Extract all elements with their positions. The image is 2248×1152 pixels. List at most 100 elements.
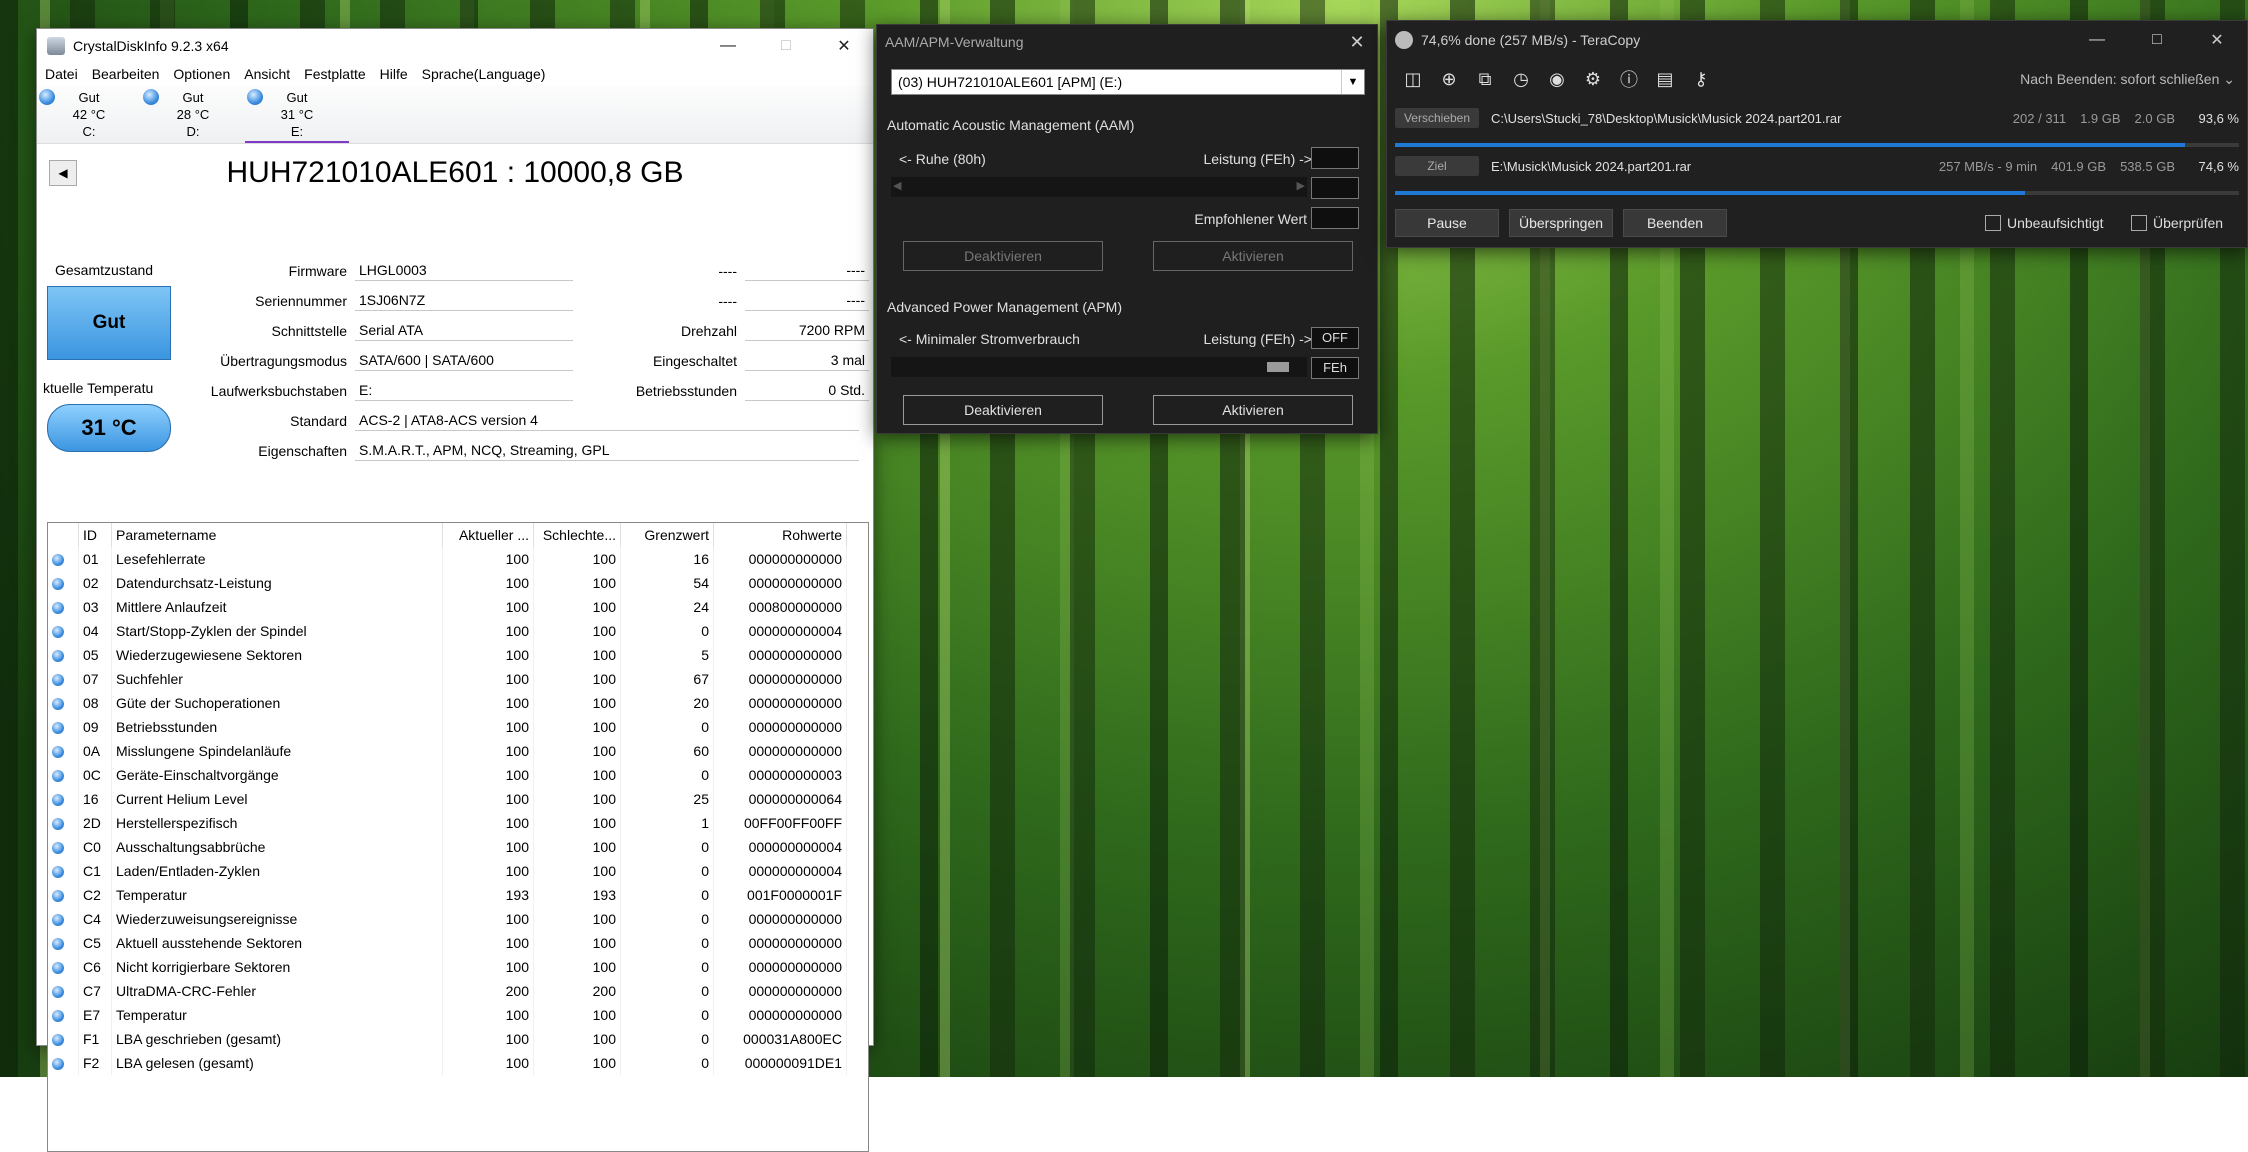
table-row[interactable]: 07 Suchfehler 100 100 67 000000000000: [48, 667, 847, 691]
gear-icon[interactable]: ⚙: [1575, 69, 1611, 90]
key-icon[interactable]: ⚷: [1683, 69, 1719, 90]
copy-icon[interactable]: ⧉: [1467, 69, 1503, 90]
col-name[interactable]: Parametername: [111, 523, 443, 547]
table-row[interactable]: E7 Temperatur 100 100 0 000000000000: [48, 1003, 847, 1027]
aam-titlebar[interactable]: AAM/APM-Verwaltung ✕: [877, 25, 1377, 59]
tc-titlebar[interactable]: 74,6% done (257 MB/s) - TeraCopy — □ ✕: [1387, 21, 2247, 59]
aam-window-title: AAM/APM-Verwaltung: [885, 34, 1024, 50]
table-row[interactable]: 01 Lesefehlerrate 100 100 16 000000000000: [48, 547, 847, 571]
health-status-button[interactable]: Gut: [47, 286, 171, 360]
menu-festplatte[interactable]: Festplatte: [304, 63, 365, 85]
aam-disable-button[interactable]: Deaktivieren: [903, 241, 1103, 271]
info-icon[interactable]: ⓘ: [1611, 66, 1647, 92]
table-row[interactable]: 0A Misslungene Spindelanläufe 100 100 60 0000…: [48, 739, 847, 763]
sidebar-toggle-icon[interactable]: ◫: [1395, 69, 1431, 90]
table-row[interactable]: 02 Datendurchsatz-Leistung 100 100 54 0000000…: [48, 571, 847, 595]
table-row[interactable]: C5 Aktuell ausstehende Sektoren 100 100 0 000…: [48, 931, 847, 955]
drive-icon[interactable]: ▤: [1647, 69, 1683, 90]
table-row[interactable]: 08 Güte der Suchoperationen 100 100 20 000000…: [48, 691, 847, 715]
close-icon[interactable]: ✕: [2187, 30, 2247, 50]
menu-hilfe[interactable]: Hilfe: [380, 63, 408, 85]
aam-enable-button[interactable]: Aktivieren: [1153, 241, 1353, 271]
current-cell: 100: [442, 835, 534, 859]
close-icon[interactable]: ✕: [1337, 32, 1377, 53]
cdi-titlebar[interactable]: CrystalDiskInfo 9.2.3 x64 — □ ✕: [37, 29, 873, 63]
apm-slider-thumb[interactable]: [1267, 362, 1289, 372]
unattended-checkbox[interactable]: Unbeaufsichtigt: [1985, 215, 2104, 231]
minimize-icon[interactable]: —: [699, 29, 757, 63]
table-row[interactable]: 04 Start/Stopp-Zyklen der Spindel 100 100 0 0…: [48, 619, 847, 643]
menu-datei[interactable]: Datei: [45, 63, 78, 85]
firmware-label: Firmware: [288, 263, 347, 279]
col-current[interactable]: Aktueller ...: [442, 523, 534, 547]
table-row[interactable]: C4 Wiederzuweisungsereignisse 100 100 0 00000…: [48, 907, 847, 931]
table-row[interactable]: F2 LBA gelesen (gesamt) 100 100 0 000000091DE…: [48, 1051, 847, 1075]
table-row[interactable]: 0C Geräte-Einschaltvorgänge 100 100 0 0000000…: [48, 763, 847, 787]
health-dot-icon: [52, 818, 64, 831]
table-row[interactable]: 2D Herstellerspezifisch 100 100 1 00FF00FF00F…: [48, 811, 847, 835]
col-worst[interactable]: Schlechte...: [533, 523, 621, 547]
threshold-cell: 54: [620, 571, 714, 595]
table-row[interactable]: C1 Laden/Entladen-Zyklen 100 100 0 0000000000…: [48, 859, 847, 883]
col-threshold[interactable]: Grenzwert: [620, 523, 714, 547]
standard-value: ACS-2 | ATA8-ACS version 4: [355, 410, 859, 431]
status-cell: [48, 715, 79, 739]
profile-icon[interactable]: ◉: [1539, 69, 1575, 90]
table-row[interactable]: C2 Temperatur 193 193 0 001F0000001F: [48, 883, 847, 907]
apm-slider[interactable]: [891, 357, 1307, 377]
maximize-icon[interactable]: □: [757, 29, 815, 63]
maximize-icon[interactable]: □: [2127, 31, 2187, 49]
temperature-button[interactable]: 31 °C: [47, 404, 171, 452]
status-cell: [48, 811, 79, 835]
health-dot-icon: [52, 578, 64, 591]
id-cell: 07: [78, 667, 112, 691]
table-row[interactable]: C0 Ausschaltungsabbrüche 100 100 0 0000000000…: [48, 835, 847, 859]
col-id[interactable]: ID: [78, 523, 112, 547]
table-row[interactable]: 05 Wiederzugewiesene Sektoren 100 100 5 00000…: [48, 643, 847, 667]
temperature-label: ktuelle Temperatu: [43, 380, 154, 396]
raw-cell: 000000000004: [713, 859, 847, 883]
interface-label: Schnittstelle: [271, 323, 347, 339]
table-row[interactable]: C6 Nicht korrigierbare Sektoren 100 100 0 000…: [48, 955, 847, 979]
table-row[interactable]: 03 Mittlere Anlaufzeit 100 100 24 00080000000…: [48, 595, 847, 619]
drive-tab-c[interactable]: Gut 42 °C C:: [37, 85, 141, 143]
stop-button[interactable]: Beenden: [1623, 209, 1727, 237]
drive-tab-e[interactable]: Gut 31 °C E:: [245, 85, 349, 143]
smart-table-panel[interactable]: ID Parametername Aktueller ... Schlechte…: [47, 522, 869, 1152]
info-interface: Schnittstelle Serial ATA: [177, 320, 617, 342]
drive-tab-d[interactable]: Gut 28 °C D:: [141, 85, 245, 143]
disk-select[interactable]: (03) HUH721010ALE601 [APM] (E:) ▼: [891, 69, 1365, 95]
table-row[interactable]: C7 UltraDMA-CRC-Fehler 200 200 0 000000000000: [48, 979, 847, 1003]
threshold-cell: 0: [620, 619, 714, 643]
drive-temp: 42 °C: [72, 107, 106, 122]
table-row[interactable]: F1 LBA geschrieben (gesamt) 100 100 0 000031A…: [48, 1027, 847, 1051]
menu-bearbeiten[interactable]: Bearbeiten: [92, 63, 160, 85]
current-cell: 100: [442, 1051, 534, 1075]
table-row[interactable]: 16 Current Helium Level 100 100 25 0000000000…: [48, 787, 847, 811]
interface-value: Serial ATA: [355, 320, 573, 341]
info-standard: Standard ACS-2 | ATA8-ACS version 4: [177, 410, 867, 432]
verify-checkbox[interactable]: Überprüfen: [2131, 215, 2223, 231]
history-icon[interactable]: ◷: [1503, 69, 1539, 90]
apm-value-box-2: FEh: [1311, 357, 1359, 379]
apm-disable-button[interactable]: Deaktivieren: [903, 395, 1103, 425]
source-tag: Verschieben: [1395, 108, 1479, 128]
health-dot-icon: [52, 914, 64, 927]
apm-enable-button[interactable]: Aktivieren: [1153, 395, 1353, 425]
menu-optionen[interactable]: Optionen: [173, 63, 230, 85]
source-done: 1.9 GB: [2080, 110, 2121, 126]
after-finish-dropdown[interactable]: Nach Beenden: sofort schließen ⌄: [2020, 71, 2235, 88]
threshold-cell: 0: [620, 763, 714, 787]
minimize-icon[interactable]: —: [2067, 31, 2127, 49]
add-files-icon[interactable]: ⊕: [1431, 69, 1467, 90]
close-icon[interactable]: ✕: [815, 29, 873, 63]
app-icon: [47, 37, 65, 55]
menu-ansicht[interactable]: Ansicht: [244, 63, 290, 85]
info-features: Eigenschaften S.M.A.R.T., APM, NCQ, Stre…: [177, 440, 867, 462]
pause-button[interactable]: Pause: [1395, 209, 1499, 237]
menu-sprache[interactable]: Sprache(Language): [422, 63, 546, 85]
col-raw[interactable]: Rohwerte: [713, 523, 847, 547]
table-row[interactable]: 09 Betriebsstunden 100 100 0 000000000000: [48, 715, 847, 739]
skip-button[interactable]: Überspringen: [1509, 209, 1613, 237]
aam-slider[interactable]: ◀ ▶: [891, 177, 1307, 197]
